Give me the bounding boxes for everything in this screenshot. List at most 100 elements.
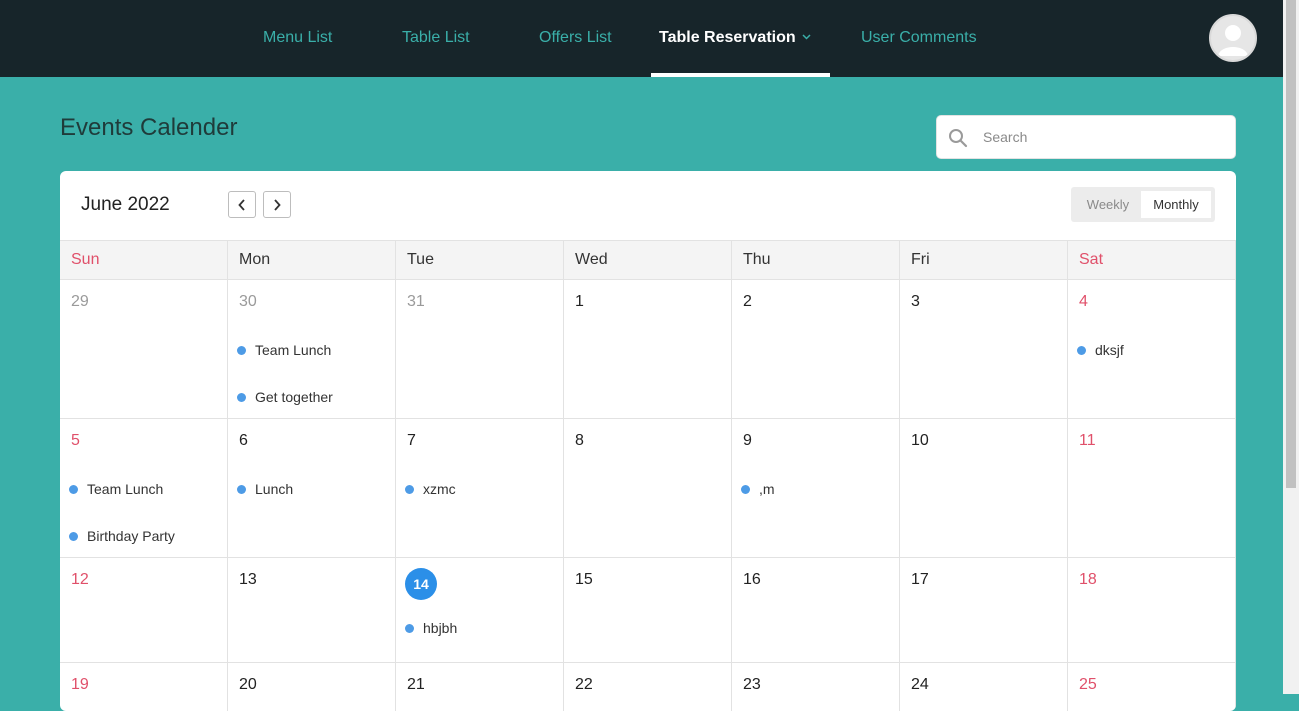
day-cell[interactable]: 8 (564, 419, 732, 558)
event-label: hbjbh (423, 620, 458, 636)
day-cell[interactable]: 22 (564, 663, 732, 711)
event-dot-icon (237, 393, 246, 402)
user-avatar-icon[interactable] (1209, 14, 1257, 62)
event-item[interactable]: hbjbh (405, 620, 457, 636)
event-item[interactable]: Get together (237, 389, 333, 405)
weekday-header-sat: Sat (1068, 241, 1236, 279)
event-dot-icon (237, 485, 246, 494)
day-cell[interactable]: 29 (60, 280, 228, 419)
day-cell[interactable]: 18 (1068, 558, 1236, 663)
day-number: 8 (575, 432, 584, 449)
event-dot-icon (237, 346, 246, 355)
view-toggle: Weekly Monthly (1071, 187, 1215, 222)
day-cell[interactable]: 30 Team Lunch Get together (228, 280, 396, 419)
chevron-left-icon (238, 199, 245, 211)
nav-offers-list[interactable]: Offers List (539, 0, 612, 77)
weekday-header-tue: Tue (396, 241, 564, 279)
day-number: 10 (911, 432, 929, 449)
event-item[interactable]: Lunch (237, 481, 293, 497)
event-item[interactable]: xzmc (405, 481, 456, 497)
day-cell[interactable]: 5 Team Lunch Birthday Party (60, 419, 228, 558)
day-cell[interactable]: 16 (732, 558, 900, 663)
event-item[interactable]: Team Lunch (237, 342, 331, 358)
nav-table-reservation[interactable]: Table Reservation (659, 0, 811, 77)
weekday-header-mon: Mon (228, 241, 396, 279)
search-icon (947, 127, 969, 149)
day-cell[interactable]: 19 (60, 663, 228, 711)
nav-user-comments[interactable]: User Comments (861, 0, 977, 77)
event-dot-icon (1077, 346, 1086, 355)
event-item[interactable]: ,m (741, 481, 775, 497)
calendar-card: June 2022 Weekly Monthly Sun Mon Tue Wed Thu… (60, 171, 1236, 711)
day-number: 9 (743, 432, 752, 449)
day-number: 7 (407, 432, 416, 449)
day-cell[interactable]: 7 xzmc (396, 419, 564, 558)
day-cell[interactable]: 13 (228, 558, 396, 663)
day-number: 21 (407, 676, 425, 693)
nav-table-reservation-label: Table Reservation (659, 29, 796, 46)
chevron-right-icon (274, 199, 281, 211)
event-label: Get together (255, 389, 333, 405)
day-cell[interactable]: 25 (1068, 663, 1236, 711)
day-number: 20 (239, 676, 257, 693)
event-dot-icon (405, 624, 414, 633)
today-day-number: 14 (405, 568, 437, 600)
day-number: 29 (71, 293, 89, 310)
day-cell[interactable]: 11 (1068, 419, 1236, 558)
day-number: 12 (71, 571, 89, 588)
day-cell[interactable]: 24 (900, 663, 1068, 711)
page-title: Events Calender (60, 114, 238, 141)
next-month-button[interactable] (263, 191, 291, 218)
scrollbar-thumb[interactable] (1286, 0, 1296, 488)
search-input[interactable] (983, 116, 1228, 158)
weekday-header-thu: Thu (732, 241, 900, 279)
day-number: 1 (575, 293, 584, 310)
prev-month-button[interactable] (228, 191, 256, 218)
day-number: 30 (239, 293, 257, 310)
day-number: 11 (1079, 432, 1096, 449)
day-number: 5 (71, 432, 80, 449)
weekday-header-fri: Fri (900, 241, 1068, 279)
day-cell[interactable]: 3 (900, 280, 1068, 419)
event-item[interactable]: Birthday Party (69, 528, 175, 544)
event-label: Team Lunch (255, 342, 332, 358)
nav-menu-list[interactable]: Menu List (263, 0, 332, 77)
day-cell[interactable]: 1 (564, 280, 732, 419)
day-number: 2 (743, 293, 752, 310)
page-scrollbar[interactable] (1283, 0, 1299, 694)
day-cell[interactable]: 12 (60, 558, 228, 663)
day-cell[interactable]: 17 (900, 558, 1068, 663)
day-number: 17 (911, 571, 929, 588)
event-dot-icon (69, 485, 78, 494)
event-item[interactable]: Team Lunch (69, 481, 163, 497)
event-label: Lunch (255, 481, 294, 497)
day-cell[interactable]: 31 (396, 280, 564, 419)
day-cell[interactable]: 6 Lunch (228, 419, 396, 558)
day-cell[interactable]: 10 (900, 419, 1068, 558)
event-label: Team Lunch (87, 481, 164, 497)
day-cell[interactable]: 20 (228, 663, 396, 711)
monthly-view-button[interactable]: Monthly (1141, 191, 1211, 218)
day-cell[interactable]: 9 ,m (732, 419, 900, 558)
day-number: 31 (407, 293, 425, 310)
day-cell[interactable]: 15 (564, 558, 732, 663)
day-number: 18 (1079, 571, 1097, 588)
day-cell[interactable]: 14 hbjbh (396, 558, 564, 663)
nav-table-list[interactable]: Table List (402, 0, 470, 77)
event-dot-icon (69, 532, 78, 541)
top-navbar: Menu List Table List Offers List Table R… (0, 0, 1283, 77)
weekday-header-sun: Sun (60, 241, 228, 279)
day-cell[interactable]: 2 (732, 280, 900, 419)
day-number: 15 (575, 571, 593, 588)
event-label: ,m (759, 481, 775, 497)
day-cell[interactable]: 21 (396, 663, 564, 711)
event-item[interactable]: dksjf (1077, 342, 1124, 358)
search-box (936, 115, 1236, 159)
day-cell[interactable]: 4 dksjf (1068, 280, 1236, 419)
day-number: 6 (239, 432, 248, 449)
event-label: Birthday Party (87, 528, 175, 544)
day-number: 4 (1079, 293, 1088, 310)
day-number: 24 (911, 676, 929, 693)
day-cell[interactable]: 23 (732, 663, 900, 711)
weekly-view-button[interactable]: Weekly (1075, 191, 1141, 218)
